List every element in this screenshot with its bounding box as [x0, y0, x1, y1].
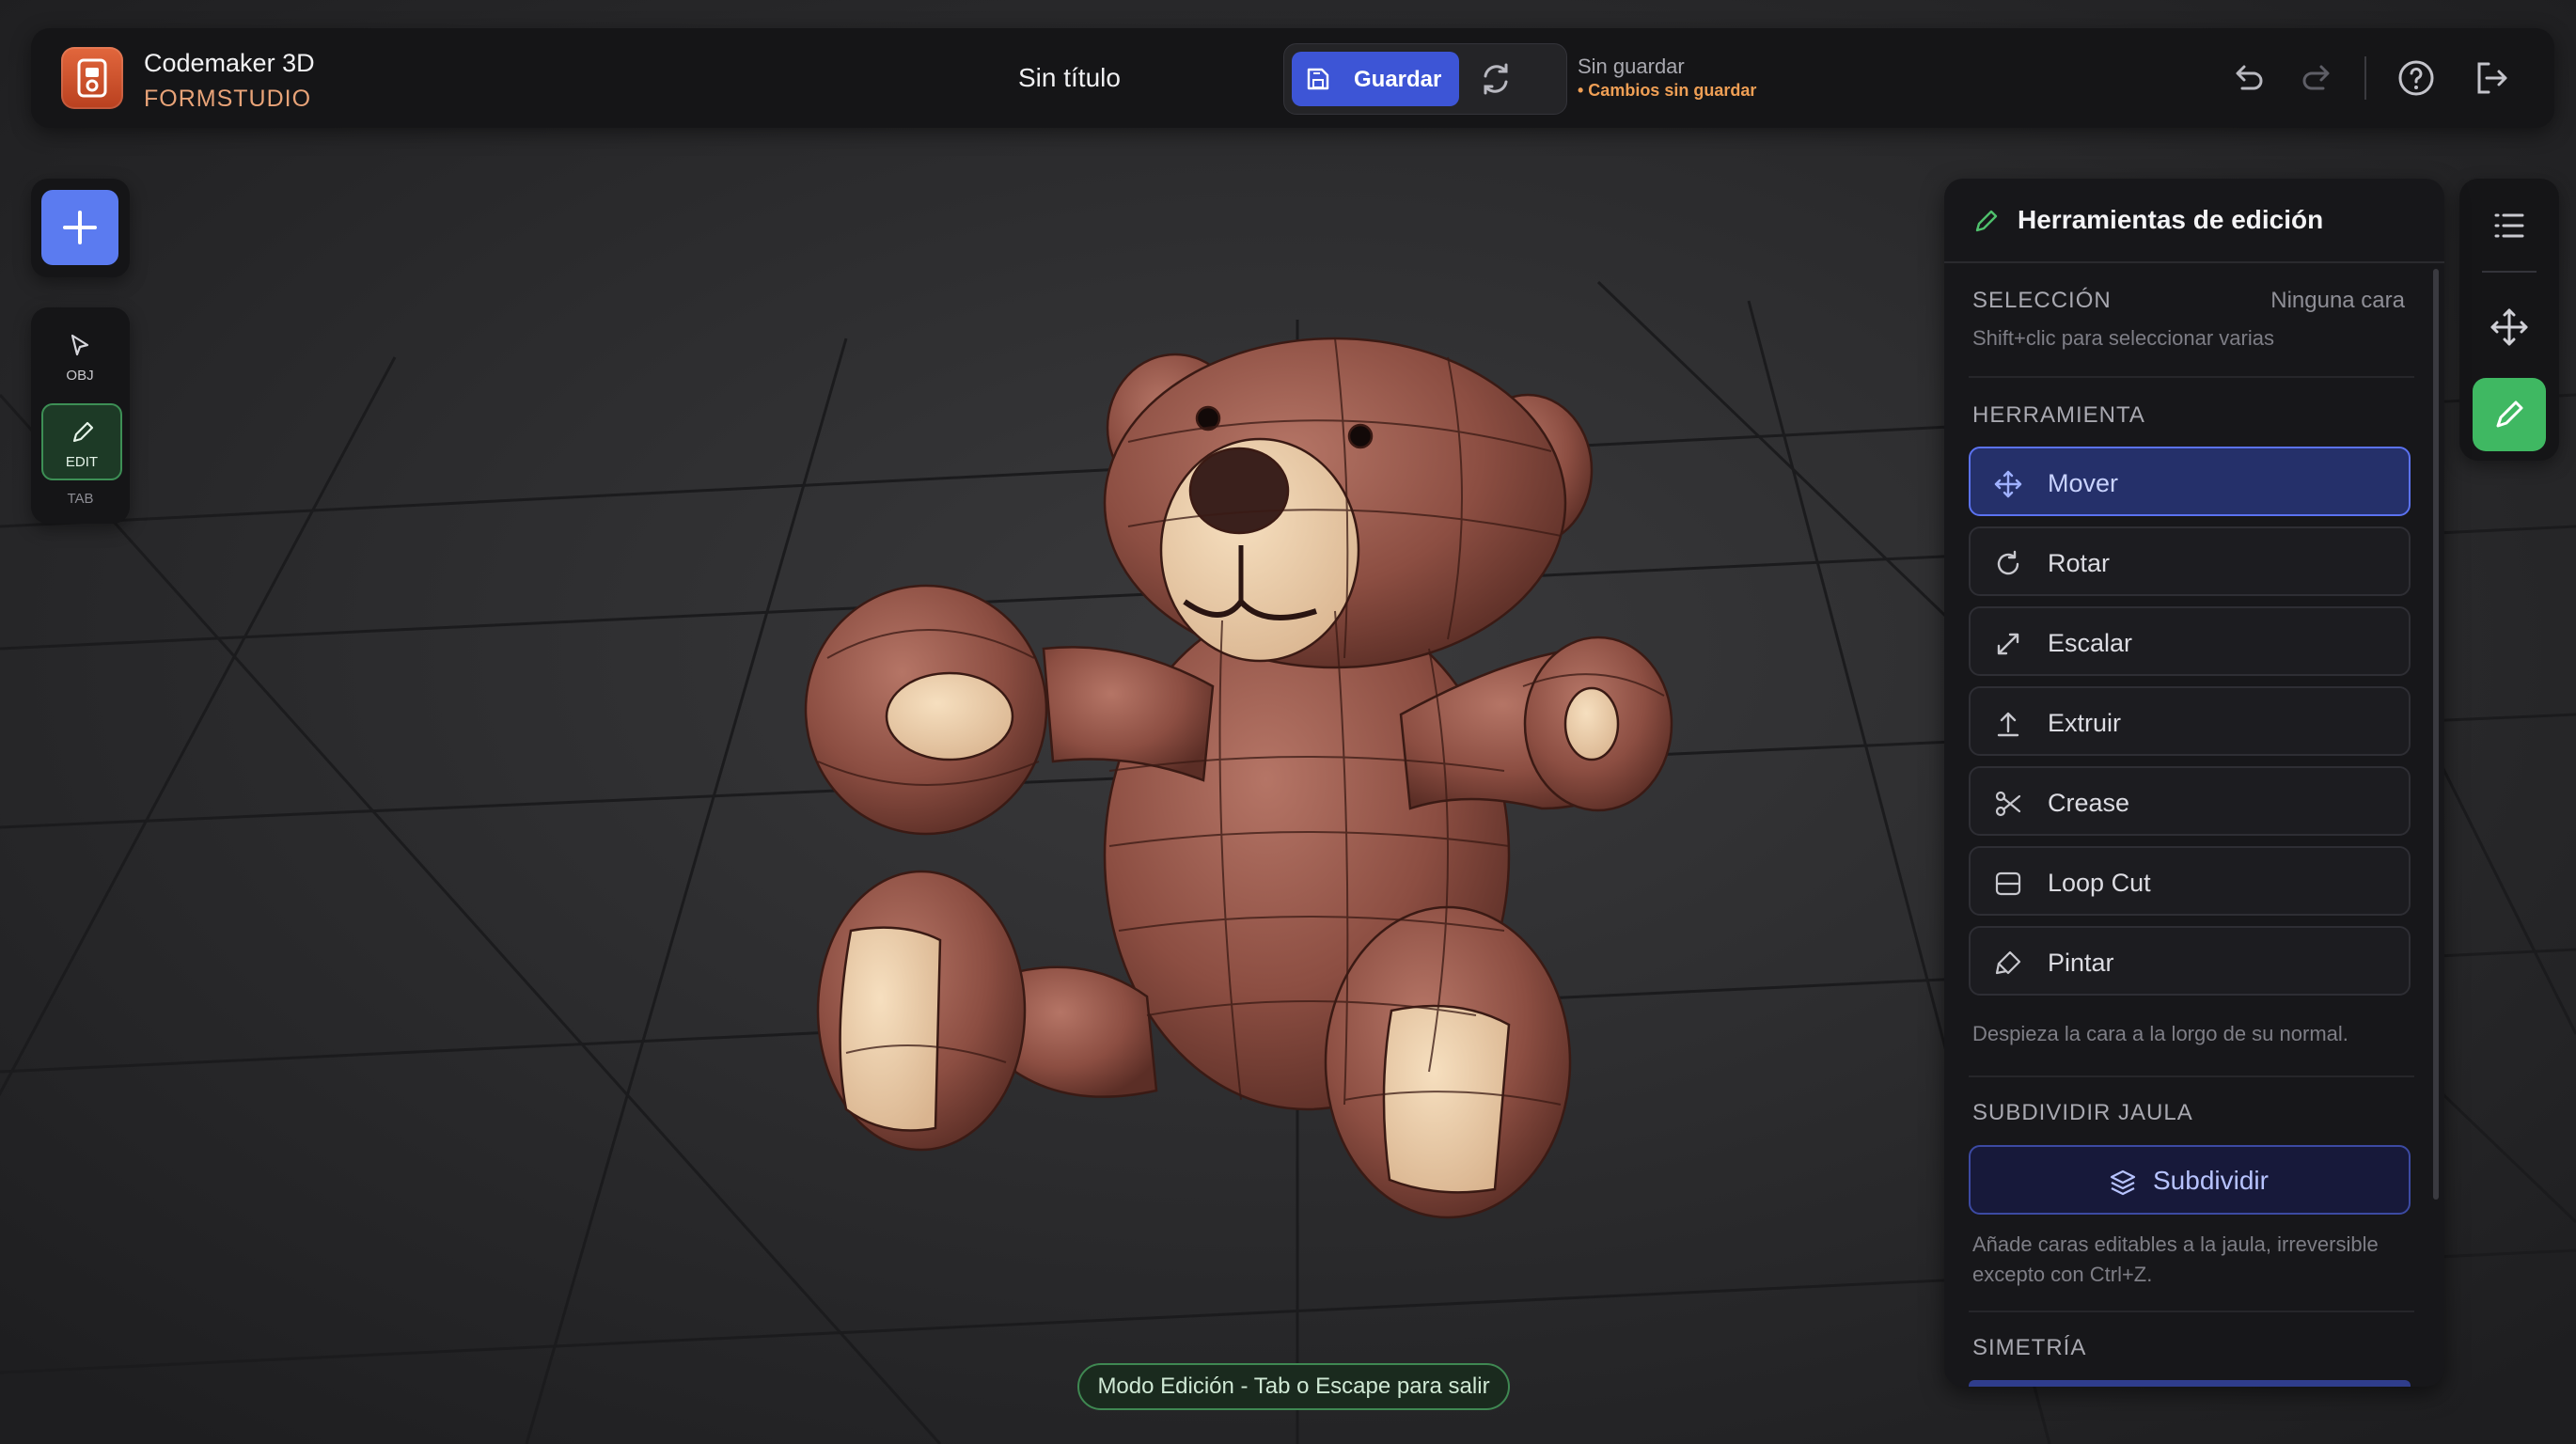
paint-icon — [1995, 950, 2021, 975]
selection-value: Ninguna cara — [2270, 288, 2405, 313]
panel-title: Herramientas de edición — [2018, 205, 2324, 234]
help-icon[interactable] — [2395, 56, 2438, 100]
undo-icon[interactable] — [2225, 56, 2269, 100]
app-name: Codemaker 3D — [144, 49, 315, 77]
add-object-panel — [31, 179, 130, 277]
object-mode-button[interactable]: OBJ — [41, 319, 118, 392]
unsaved-changes-note: • Cambios sin guardar — [1578, 81, 1757, 100]
edit-tools-button[interactable] — [2473, 378, 2546, 451]
tool-label: Rotar — [2048, 549, 2111, 577]
plus-icon — [63, 211, 97, 244]
section-divider — [1969, 1311, 2414, 1312]
edit-mode-label: EDIT — [65, 454, 99, 470]
save-group: Guardar — [1283, 43, 1567, 115]
pencil-icon — [1975, 210, 1998, 232]
pencil-icon — [72, 421, 94, 443]
tool-paint-button[interactable]: Pintar — [1969, 926, 2411, 996]
cursor-icon — [71, 334, 89, 356]
save-status: Sin guardar — [1578, 55, 1685, 78]
symmetry-control[interactable] — [1969, 1380, 2411, 1387]
exit-icon[interactable] — [2470, 56, 2513, 100]
save-button[interactable]: Guardar — [1292, 52, 1459, 106]
scissors-icon — [1995, 791, 2021, 817]
object-mode-label: OBJ — [66, 368, 94, 384]
tool-hint: Despieza la cara a la lorgo de su normal… — [1972, 1022, 2348, 1045]
panel-header: Herramientas de edición — [1944, 179, 2444, 263]
app-logo — [61, 47, 123, 109]
loop-cut-icon — [1995, 871, 2021, 896]
tool-label: Escalar — [2048, 629, 2133, 657]
edit-mode-button[interactable]: EDIT — [41, 403, 122, 480]
tool-loop-cut-button[interactable]: Loop Cut — [1969, 846, 2411, 916]
top-bar: Codemaker 3D FORMSTUDIO Sin título Guard… — [31, 28, 2554, 128]
subdivide-button-label: Subdividir — [2153, 1166, 2269, 1195]
tool-label: Mover — [2048, 469, 2119, 497]
edit-mode-status: Modo Edición - Tab o Escape para salir — [1077, 1363, 1510, 1410]
tab-shortcut-hint: TAB — [67, 491, 94, 507]
tool-extrude-button[interactable]: Extruir — [1969, 686, 2411, 756]
tool-label: Extruir — [2048, 709, 2122, 737]
tool-label: Pintar — [2048, 949, 2114, 977]
right-toolbar — [2459, 179, 2559, 461]
section-divider — [1969, 1075, 2414, 1077]
panel-scrollbar[interactable] — [2433, 269, 2439, 1200]
list-icon[interactable] — [2485, 201, 2534, 250]
tool-rotate-button[interactable]: Rotar — [1969, 526, 2411, 596]
save-button-label: Guardar — [1354, 67, 1442, 92]
mode-switcher: OBJ EDIT TAB — [31, 307, 130, 524]
tool-crease-button[interactable]: Crease — [1969, 766, 2411, 836]
move-icon — [1994, 470, 2022, 498]
document-title[interactable]: Sin título — [1018, 63, 1121, 93]
section-divider — [1969, 376, 2414, 378]
rotate-icon — [1997, 550, 2019, 575]
subdivide-hint-line: excepto con Ctrl+Z. — [1972, 1263, 2153, 1286]
tool-move-button[interactable]: Mover — [1969, 447, 2411, 516]
tool-label: Loop Cut — [2048, 869, 2151, 897]
save-icon — [1307, 68, 1329, 90]
subdivide-button[interactable]: Subdividir — [1969, 1145, 2411, 1215]
toolbar-divider — [2364, 56, 2366, 100]
symmetry-section-label: SIMETRÍA — [1972, 1335, 2087, 1360]
add-object-button[interactable] — [41, 190, 118, 265]
logo-icon — [77, 58, 107, 98]
subdivide-hint-line: Añade caras editables a la jaula, irreve… — [1972, 1232, 2379, 1256]
redo-icon[interactable] — [2297, 56, 2340, 100]
tool-scale-button[interactable]: Escalar — [1969, 606, 2411, 676]
subdivide-section-label: SUBDIVIDIR JAULA — [1972, 1100, 2193, 1125]
move-icon[interactable] — [2485, 303, 2534, 352]
tool-label: Crease — [2048, 789, 2130, 817]
refresh-icon — [1484, 63, 1508, 95]
scale-icon — [1997, 633, 2019, 655]
selection-hint: Shift+clic para seleccionar varias — [1972, 326, 2274, 350]
subdivide-hint: Añade caras editables a la jaula, irreve… — [1972, 1230, 2379, 1290]
toolbar-separator — [2482, 271, 2537, 273]
edit-tools-panel: Herramientas de edición SELECCIÓN Ningun… — [1944, 179, 2444, 1387]
app-subtitle: FORMSTUDIO — [144, 86, 312, 112]
selection-label: SELECCIÓN — [1972, 288, 2112, 313]
extrude-icon — [1997, 712, 2019, 737]
pencil-icon — [2496, 400, 2523, 428]
tool-section-label: HERRAMIENTA — [1972, 402, 2145, 428]
sync-button[interactable] — [1472, 55, 1519, 102]
layers-icon — [2110, 1169, 2136, 1196]
